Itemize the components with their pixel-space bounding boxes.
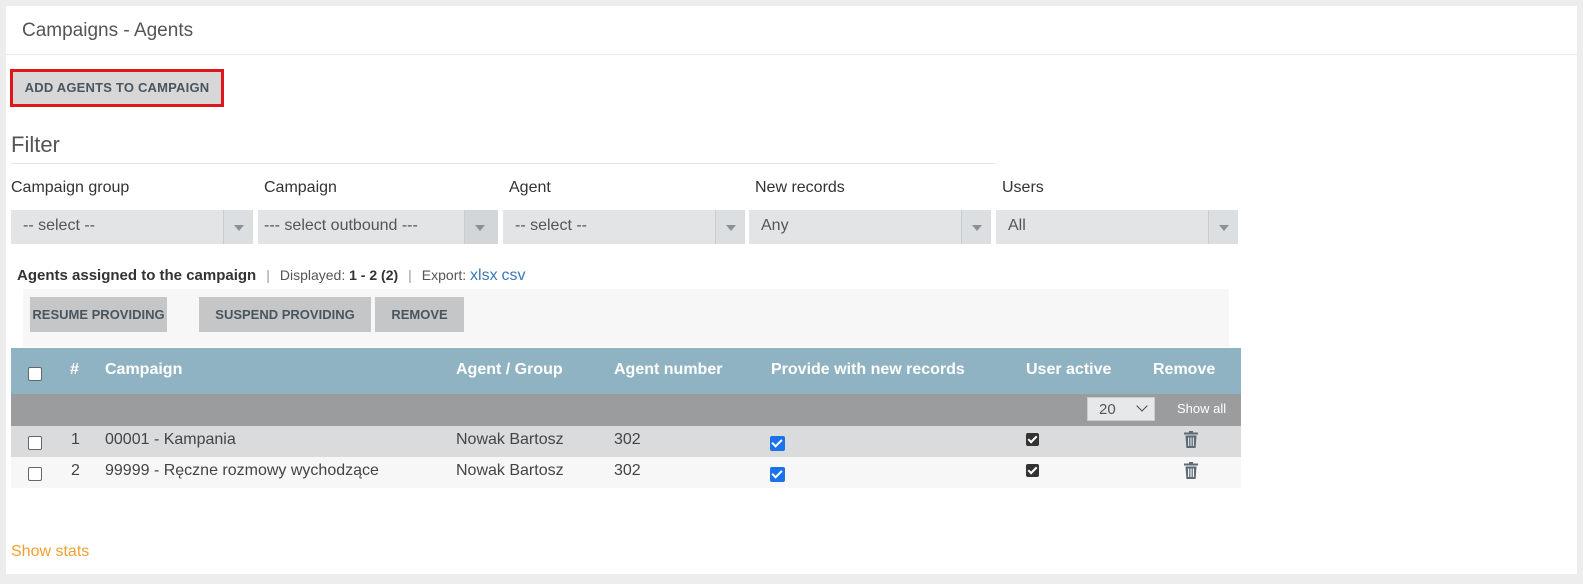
row-agent: Nowak Bartosz	[456, 431, 564, 448]
header-agent-group[interactable]: Agent / Group	[456, 361, 563, 379]
campaign-group-value: -- select --	[23, 217, 95, 234]
caret-down-icon	[464, 210, 498, 244]
user-active-check-icon	[1026, 433, 1039, 446]
campaign-group-select[interactable]: -- select --	[11, 210, 253, 244]
show-stats-link[interactable]: Show stats	[11, 543, 89, 561]
campaign-select[interactable]: --- select outbound ---	[258, 210, 498, 244]
row-agent-number: 302	[614, 431, 641, 448]
displayed-value: 1 - 2 (2)	[349, 267, 399, 283]
trash-icon[interactable]	[1184, 462, 1198, 479]
provide-records-checkbox[interactable]	[770, 436, 785, 451]
header-agent-number[interactable]: Agent number	[614, 361, 722, 379]
main-panel: Campaigns - Agents ADD AGENTS TO CAMPAIG…	[6, 6, 1577, 574]
agents-table: # Campaign Agent / Group Agent number Pr…	[11, 348, 1241, 488]
filter-divider	[11, 163, 995, 164]
campaign-label: Campaign	[264, 179, 337, 196]
page-size-select[interactable]: 20	[1087, 397, 1155, 421]
table-row: 2 99999 - Ręczne rozmowy wychodzące Nowa…	[11, 457, 1241, 488]
users-label: Users	[1002, 179, 1044, 196]
remove-button[interactable]: REMOVE	[375, 297, 464, 332]
agent-value: -- select --	[515, 217, 587, 234]
summary-title: Agents assigned to the campaign	[17, 267, 257, 284]
header-remove: Remove	[1153, 361, 1216, 378]
add-agents-to-campaign-button[interactable]: ADD AGENTS TO CAMPAIGN	[10, 69, 224, 107]
select-all-checkbox[interactable]	[28, 367, 42, 381]
export-xlsx-link[interactable]: xlsx	[470, 267, 498, 284]
row-index: 2	[71, 462, 80, 479]
page-size-value: 20	[1099, 401, 1116, 418]
panel-header	[6, 6, 1577, 55]
new-records-label: New records	[755, 179, 845, 196]
pagination-bar: 20 Show all	[11, 394, 1241, 426]
page-title: Campaigns - Agents	[22, 20, 194, 41]
export-label: Export:	[421, 267, 467, 283]
caret-down-icon	[1208, 210, 1238, 244]
campaign-value: --- select outbound ---	[264, 217, 418, 234]
new-records-select[interactable]: Any	[749, 210, 991, 244]
header-user-active[interactable]: User active	[1026, 361, 1111, 379]
row-checkbox[interactable]	[28, 467, 42, 481]
actions-area: RESUME PROVIDING SUSPEND PROVIDING REMOV…	[23, 289, 1229, 347]
users-select[interactable]: All	[996, 210, 1238, 244]
caret-down-icon	[223, 210, 253, 244]
show-all-link[interactable]: Show all	[1177, 401, 1226, 416]
row-agent: Nowak Bartosz	[456, 462, 564, 479]
filter-title: Filter	[11, 132, 60, 157]
agent-select[interactable]: -- select --	[503, 210, 745, 244]
resume-providing-button[interactable]: RESUME PROVIDING	[30, 297, 167, 332]
displayed-label: Displayed:	[279, 267, 346, 283]
header-index: #	[70, 361, 79, 378]
caret-down-icon	[715, 210, 745, 244]
user-active-check-icon	[1026, 464, 1039, 477]
row-index: 1	[71, 431, 80, 448]
trash-icon[interactable]	[1184, 431, 1198, 448]
header-campaign[interactable]: Campaign	[105, 361, 182, 379]
users-value: All	[1008, 217, 1026, 234]
agent-label: Agent	[509, 179, 551, 196]
new-records-value: Any	[761, 217, 789, 234]
summary-bar: Agents assigned to the campaign | Displaye…	[17, 267, 526, 284]
header-provide[interactable]: Provide with new records	[771, 361, 965, 379]
caret-down-icon	[961, 210, 991, 244]
row-agent-number: 302	[614, 462, 641, 479]
table-header: # Campaign Agent / Group Agent number Pr…	[11, 348, 1241, 394]
chevron-down-icon	[1136, 400, 1148, 412]
table-row: 1 00001 - Kampania Nowak Bartosz 302	[11, 426, 1241, 457]
suspend-providing-button[interactable]: SUSPEND PROVIDING	[199, 297, 371, 332]
row-campaign: 00001 - Kampania	[105, 431, 236, 448]
row-campaign: 99999 - Ręczne rozmowy wychodzące	[105, 462, 379, 479]
campaign-group-label: Campaign group	[11, 179, 130, 196]
row-checkbox[interactable]	[28, 436, 42, 450]
export-csv-link[interactable]: csv	[501, 267, 525, 284]
provide-records-checkbox[interactable]	[770, 467, 785, 482]
